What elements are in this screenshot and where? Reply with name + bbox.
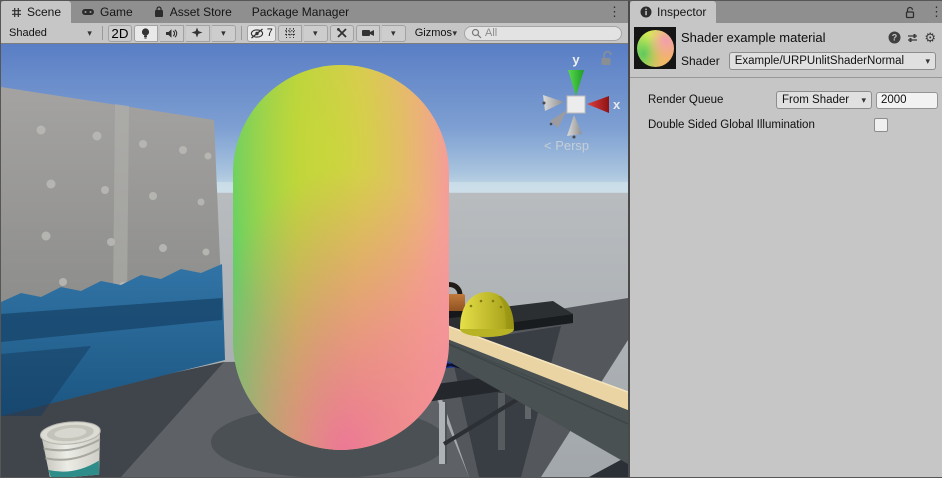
tab-label: Scene bbox=[27, 5, 61, 19]
material-properties: Render Queue From Shader ▾ Double Sided … bbox=[630, 78, 942, 141]
toolbar-separator bbox=[102, 26, 103, 40]
scene-lighting-button[interactable] bbox=[134, 25, 158, 42]
shader-capsule bbox=[233, 65, 449, 450]
chevron-down-icon: ▾ bbox=[313, 29, 318, 38]
tab-label: Package Manager bbox=[252, 5, 349, 19]
inspector-menu-icon[interactable]: ⋮ bbox=[923, 1, 942, 23]
bag-icon bbox=[153, 6, 165, 18]
chevron-down-icon: ▾ bbox=[221, 29, 226, 38]
scene-search-input[interactable] bbox=[485, 27, 615, 39]
shading-mode-dropdown[interactable]: Shaded ▾ bbox=[4, 25, 97, 42]
scene-tabbar: Scene Game Asset Store Package Manager ⋮ bbox=[1, 1, 628, 23]
chevron-down-icon: ▾ bbox=[452, 29, 457, 38]
material-title: Shader example material bbox=[681, 30, 888, 45]
chevron-down-icon: ▾ bbox=[87, 29, 92, 38]
axis-x-label: x bbox=[613, 97, 621, 112]
tab-label: Asset Store bbox=[170, 5, 232, 19]
scene-pane-menu-icon[interactable]: ⋮ bbox=[601, 1, 628, 23]
grid-snapping-button[interactable] bbox=[278, 25, 302, 42]
scene-toolbar: Shaded ▾ 2D ▾ bbox=[1, 23, 628, 44]
scene-pane: Scene Game Asset Store Package Manager ⋮ bbox=[1, 1, 628, 477]
dsgi-row: Double Sided Global Illumination bbox=[648, 118, 938, 132]
tab-package-manager[interactable]: Package Manager bbox=[242, 1, 359, 23]
render-queue-value-field[interactable] bbox=[876, 92, 938, 109]
speaker-icon bbox=[165, 28, 178, 39]
projection-mode-label[interactable]: < Persp bbox=[544, 138, 589, 153]
hidden-object-count: 7 bbox=[267, 27, 273, 39]
inspector-panel: Inspector ⋮ Shader example material ? bbox=[630, 1, 942, 477]
chevron-down-icon: ▾ bbox=[391, 29, 396, 38]
eye-slash-icon bbox=[250, 28, 265, 39]
shader-label: Shader bbox=[681, 54, 720, 68]
gamepad-icon bbox=[81, 7, 95, 17]
scene-viewport[interactable]: ) bbox=[1, 44, 628, 477]
scene-visibility-button[interactable]: 7 bbox=[247, 25, 276, 42]
inspector-lock-icon[interactable] bbox=[897, 1, 923, 23]
grid-snapping-dropdown[interactable]: ▾ bbox=[304, 25, 328, 42]
material-preview[interactable] bbox=[634, 27, 676, 69]
camera-icon bbox=[361, 28, 375, 38]
unity-editor-window: Scene Game Asset Store Package Manager ⋮ bbox=[0, 0, 942, 478]
effects-star-icon bbox=[191, 27, 203, 39]
tab-scene[interactable]: Scene bbox=[1, 1, 71, 23]
chevron-down-icon: ▾ bbox=[925, 57, 930, 66]
render-queue-row: Render Queue From Shader ▾ bbox=[648, 91, 938, 109]
tab-label: Inspector bbox=[657, 5, 706, 19]
render-queue-dropdown[interactable]: From Shader ▾ bbox=[776, 91, 872, 109]
snap-grid-icon bbox=[284, 27, 296, 39]
scene-effects-dropdown[interactable]: ▾ bbox=[212, 25, 236, 42]
scene-render: ) bbox=[1, 44, 628, 477]
scene-audio-button[interactable] bbox=[160, 25, 184, 42]
dsgi-label: Double Sided Global Illumination bbox=[648, 119, 874, 131]
scene-search-field[interactable] bbox=[464, 26, 622, 41]
search-icon bbox=[471, 28, 482, 39]
info-icon bbox=[640, 6, 652, 18]
tab-inspector[interactable]: Inspector bbox=[630, 1, 716, 23]
tab-game[interactable]: Game bbox=[71, 1, 143, 23]
component-tools-button[interactable] bbox=[330, 25, 354, 42]
dsgi-checkbox[interactable] bbox=[874, 118, 888, 132]
lightbulb-icon bbox=[140, 27, 151, 40]
scene-camera-dropdown[interactable]: ▾ bbox=[382, 25, 406, 42]
render-queue-label: Render Queue bbox=[648, 94, 776, 106]
axis-y-label: y bbox=[572, 52, 580, 67]
scene-effects-button[interactable] bbox=[186, 25, 210, 42]
2d-toggle-button[interactable]: 2D bbox=[108, 25, 132, 42]
gear-icon[interactable]: ⚙ bbox=[924, 31, 936, 44]
svg-text:?: ? bbox=[892, 33, 898, 43]
chevron-down-icon: ▾ bbox=[861, 96, 866, 105]
material-header: Shader example material ? ⚙ Shader bbox=[630, 23, 942, 78]
toolbar-separator bbox=[241, 26, 242, 40]
scene-camera-button[interactable] bbox=[356, 25, 380, 42]
shader-dropdown[interactable]: Example/URPUnlitShaderNormal ▾ bbox=[729, 52, 936, 70]
tab-label: Game bbox=[100, 5, 133, 19]
tab-asset-store[interactable]: Asset Store bbox=[143, 1, 242, 23]
presets-icon[interactable] bbox=[906, 32, 919, 44]
grid-icon bbox=[11, 7, 22, 18]
inspector-tabbar: Inspector ⋮ bbox=[630, 1, 942, 23]
help-icon[interactable]: ? bbox=[888, 31, 901, 44]
tools-icon bbox=[336, 27, 348, 39]
material-preview-sphere bbox=[637, 30, 674, 67]
gizmo-cube[interactable] bbox=[567, 96, 585, 113]
paint-bucket bbox=[39, 419, 104, 477]
gizmos-dropdown[interactable]: Gizmos ▾ bbox=[410, 25, 462, 42]
